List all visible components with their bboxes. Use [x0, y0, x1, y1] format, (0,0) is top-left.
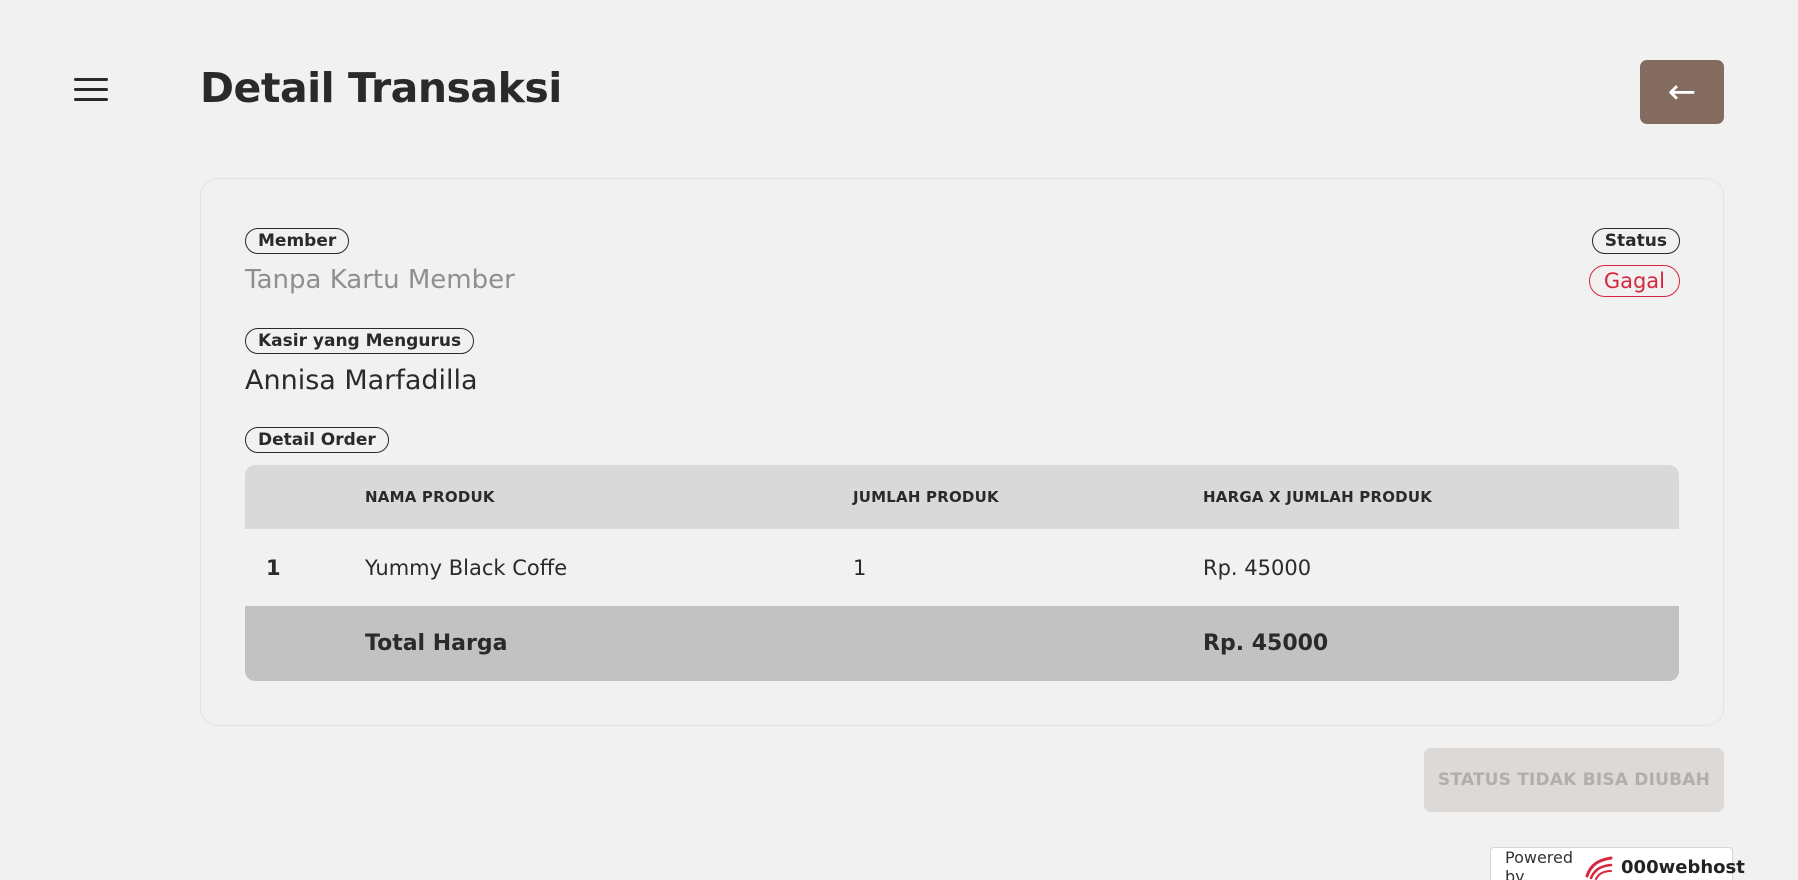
webhost-logo-icon [1583, 854, 1615, 880]
product-price: Rp. 45000 [1203, 555, 1312, 580]
column-header-price: HARGA X JUMLAH PRODUK [1203, 465, 1679, 529]
page-title: Detail Transaksi [200, 64, 562, 112]
row-number: 1 [266, 555, 281, 580]
status-badge: Gagal [1588, 265, 1680, 297]
member-value: Tanpa Kartu Member [245, 265, 515, 295]
powered-by-badge[interactable]: Powered by 000webhost [1490, 847, 1745, 880]
product-quantity: 1 [853, 555, 867, 580]
brand-name: 000webhost [1621, 856, 1745, 878]
member-label: Member [245, 228, 350, 254]
status-label: Status [1591, 228, 1680, 254]
detail-order-label: Detail Order [245, 427, 389, 453]
order-table: NAMA PRODUK JUMLAH PRODUK HARGA X JUMLAH… [245, 465, 1679, 681]
column-header-product-name: NAMA PRODUK [365, 465, 853, 529]
table-row: 1 Yummy Black Coffe 1 Rp. 45000 [245, 529, 1679, 606]
kasir-label: Kasir yang Mengurus [245, 328, 475, 354]
status-locked-button[interactable]: STATUS TIDAK BISA DIUBAH [1424, 748, 1724, 812]
kasir-value: Annisa Marfadilla [245, 365, 478, 396]
transaction-card: Member Tanpa Kartu Member Status Gagal K… [200, 178, 1724, 726]
column-header-quantity: JUMLAH PRODUK [853, 465, 1203, 529]
table-header-row: NAMA PRODUK JUMLAH PRODUK HARGA X JUMLAH… [245, 465, 1679, 529]
column-header-number [245, 465, 365, 529]
product-name: Yummy Black Coffe [365, 555, 568, 580]
powered-by-text: Powered by [1505, 848, 1574, 880]
total-value: Rp. 45000 [1203, 606, 1679, 681]
arrow-left-icon: ← [1667, 72, 1697, 112]
total-label: Total Harga [365, 606, 853, 681]
total-row: Total Harga Rp. 45000 [245, 606, 1679, 681]
hamburger-menu-icon[interactable] [74, 78, 110, 108]
back-button[interactable]: ← [1640, 60, 1724, 124]
